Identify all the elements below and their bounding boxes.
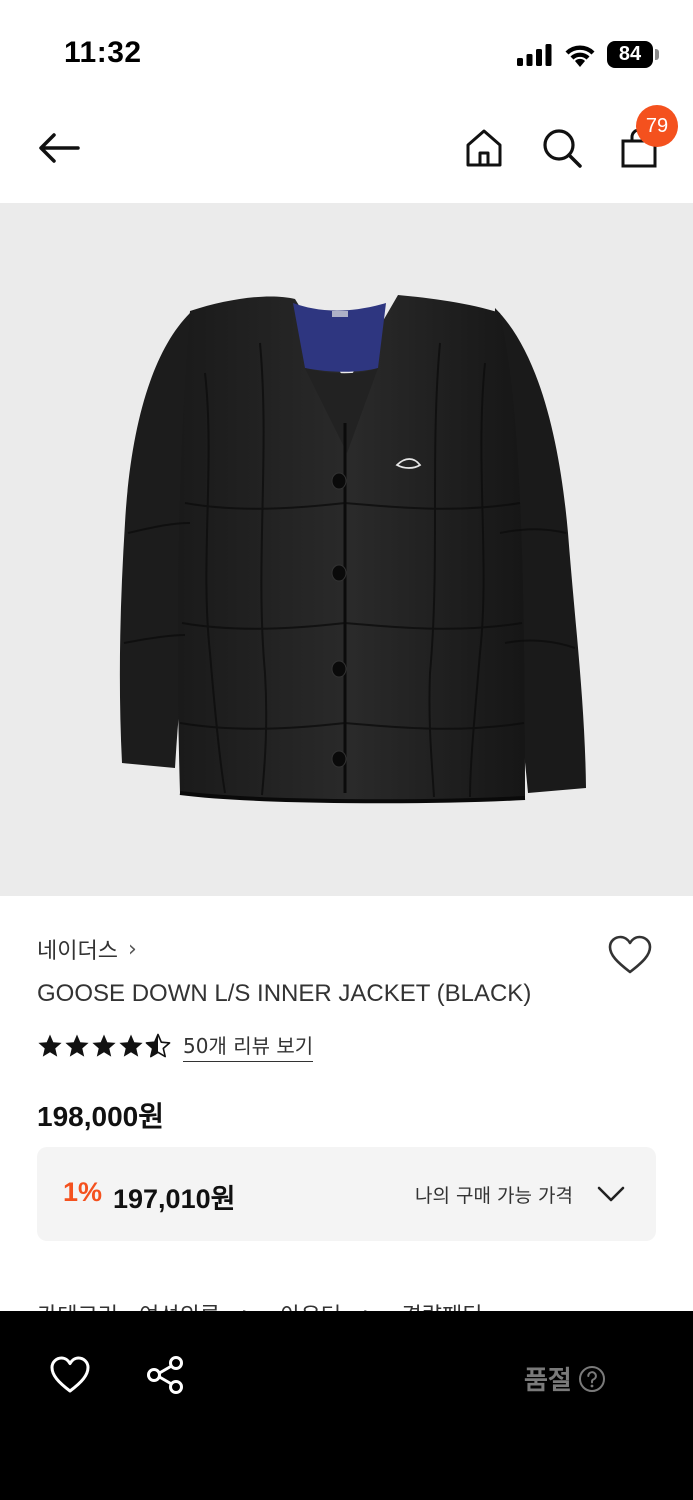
search-icon[interactable] (540, 126, 584, 170)
chevron-right-icon: › (127, 936, 137, 962)
battery-tip (655, 49, 659, 60)
jacket-illustration (119, 295, 586, 804)
discount-price: 197,010원 (113, 1184, 236, 1214)
back-arrow-icon[interactable] (34, 126, 84, 170)
battery-level: 84 (607, 41, 653, 68)
rating-row: 50개 리뷰 보기 (37, 1030, 314, 1062)
star-icon (119, 1034, 143, 1057)
product-title: GOOSE DOWN L/S INNER JACKET (BLACK) (37, 980, 532, 1007)
star-rating (37, 1033, 171, 1059)
discount-label: 나의 구매 가능 가격 (415, 1185, 573, 1207)
heart-icon[interactable] (607, 934, 653, 976)
product-price: 198,000원 (37, 1101, 164, 1132)
wifi-icon (565, 45, 595, 67)
status-time: 11:32 (64, 36, 142, 69)
star-icon (65, 1034, 89, 1057)
brand-link[interactable]: 네이더스 › (37, 933, 137, 965)
battery-icon: 84 (607, 41, 659, 68)
heart-icon[interactable] (49, 1355, 91, 1395)
chevron-down-icon (597, 1186, 625, 1202)
brand-name: 네이더스 (37, 939, 118, 964)
category-breadcrumb: 카테고리 여성의류 > 아우터 > 경량패딩 (37, 1298, 497, 1312)
soldout-label: 품절 (524, 1366, 572, 1396)
star-icon (38, 1034, 62, 1057)
home-icon[interactable] (462, 126, 506, 170)
product-image[interactable] (0, 203, 693, 896)
help-circle-icon[interactable] (578, 1365, 606, 1393)
discount-rate: 1% (63, 1177, 103, 1207)
status-bar: 11:32 84 (0, 0, 693, 100)
soldout-button[interactable]: 품절 (524, 1360, 606, 1397)
review-link[interactable]: 50개 리뷰 보기 (183, 1030, 314, 1062)
half-star-icon (145, 1033, 171, 1058)
star-icon (92, 1034, 116, 1057)
bottom-action-bar: 품절 (0, 1311, 693, 1500)
share-icon[interactable] (145, 1355, 185, 1395)
top-navigation (0, 100, 693, 203)
cart-count-badge: 79 (636, 105, 678, 147)
signal-icon (517, 44, 552, 66)
my-price-dropdown[interactable]: 1% 197,010원 나의 구매 가능 가격 (37, 1147, 656, 1241)
